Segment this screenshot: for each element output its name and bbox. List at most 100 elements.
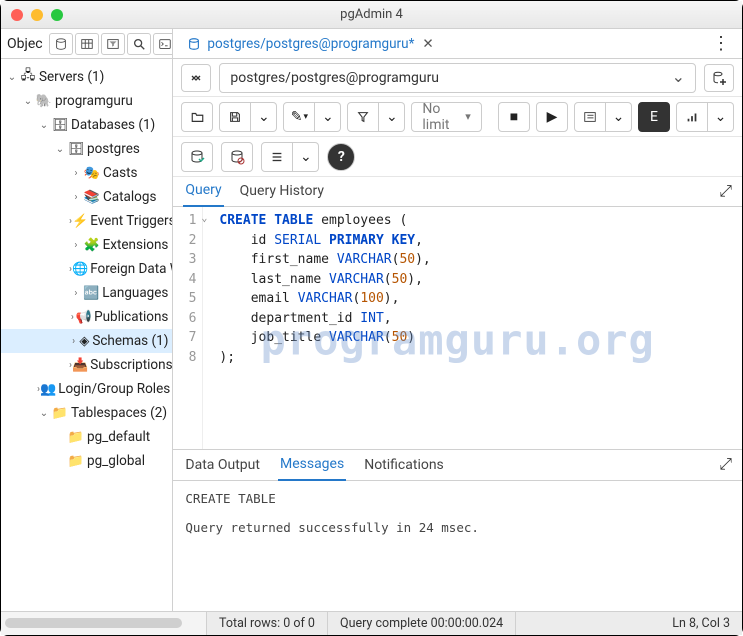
editor-tab[interactable]: postgres/postgres@programguru* ✕ [181, 32, 439, 56]
expand-toggle[interactable]: › [69, 168, 83, 179]
expand-toggle[interactable]: ⌄ [21, 96, 35, 107]
save-button[interactable] [219, 102, 251, 132]
filter-rows-icon[interactable] [101, 33, 125, 55]
tree-label: Publications [94, 309, 168, 325]
tree-label: Tablespaces (2) [71, 405, 167, 421]
tab-menu-icon[interactable]: ⋮ [708, 33, 734, 54]
macros-dropdown[interactable]: ⌄ [708, 102, 734, 132]
expand-toggle[interactable]: ⌄ [37, 120, 51, 131]
connection-select[interactable]: postgres/postgres@programguru [219, 63, 696, 93]
tree-item[interactable]: ⌄🖧Servers (1) [1, 65, 172, 89]
editor-tabbar: postgres/postgres@programguru* ✕ ⋮ [173, 29, 742, 59]
tree-item[interactable]: ›📚Catalogs [1, 185, 172, 209]
tree-label: Login/Group Roles [58, 381, 170, 397]
expand-toggle[interactable]: › [69, 336, 78, 347]
languages-icon: 🔤 [83, 286, 101, 301]
extensions-icon: 🧩 [83, 238, 101, 253]
tree-item[interactable]: ›📢Publications [1, 305, 172, 329]
explain-dropdown[interactable]: ⌄ [606, 102, 632, 132]
tree-label: Databases (1) [71, 117, 155, 133]
tab-data-output[interactable]: Data Output [183, 451, 262, 480]
window-title: pgAdmin 4 [1, 7, 742, 22]
tree-item[interactable]: ⌄🐘programguru [1, 89, 172, 113]
tree-item[interactable]: ›📥Subscriptions [1, 353, 172, 377]
tree-item[interactable]: ›🧩Extensions [1, 233, 172, 257]
expand-toggle[interactable]: › [69, 240, 83, 251]
tab-messages[interactable]: Messages [278, 450, 346, 481]
titlebar: pgAdmin 4 [1, 1, 742, 29]
tree-item[interactable]: ›👥Login/Group Roles [1, 377, 172, 401]
macro-list-dropdown[interactable]: ⌄ [293, 142, 319, 172]
tree-item[interactable]: 📁pg_default [1, 425, 172, 449]
commit-button[interactable] [181, 142, 213, 172]
tree-item[interactable]: 📁pg_global [1, 449, 172, 473]
tab-query[interactable]: Query [183, 176, 223, 207]
tree-label: Event Triggers [90, 213, 172, 229]
stop-button[interactable]: ■ [498, 102, 530, 132]
expand-toggle[interactable]: › [69, 312, 76, 323]
save-dropdown[interactable]: ⌄ [251, 102, 277, 132]
search-icon[interactable] [127, 33, 151, 55]
close-tab-icon[interactable]: ✕ [422, 36, 433, 52]
main-toolbar: ⌄ ✎▾ ⌄ ⌄ No limit▾ ■ ▶ ⌄ E ⌄ [173, 97, 742, 137]
schemas-icon: ◈ [78, 334, 90, 349]
tree-item[interactable]: ›🎭Casts [1, 161, 172, 185]
connection-row: postgres/postgres@programguru [173, 59, 742, 97]
help-button[interactable]: ? [327, 143, 355, 171]
object-tree[interactable]: ⌄🖧Servers (1)⌄🐘programguru⌄🗄Databases (1… [1, 59, 172, 611]
fold-icon[interactable]: ⌄ [201, 213, 207, 224]
macros-button[interactable] [676, 102, 708, 132]
limit-select[interactable]: No limit▾ [411, 102, 481, 132]
explain-analyze-button[interactable]: E [638, 102, 670, 132]
expand-toggle[interactable]: ⌄ [53, 144, 67, 155]
output-tabs: Data Output Messages Notifications ⤢ [173, 449, 742, 481]
expand-toggle[interactable]: › [69, 192, 83, 203]
query-tool-icon[interactable] [49, 33, 73, 55]
tree-label: Foreign Data W [90, 261, 172, 277]
expand-toggle[interactable]: › [69, 288, 83, 299]
sql-editor[interactable]: 12345678 ⌄ CREATE TABLE employees ( id S… [173, 207, 742, 449]
tree-item[interactable]: ⌄📁Tablespaces (2) [1, 401, 172, 425]
browser-toolbar: Objec [1, 29, 172, 59]
filter-dropdown[interactable]: ⌄ [379, 102, 405, 132]
query-tool-panel: postgres/postgres@programguru* ✕ ⋮ postg… [173, 29, 742, 611]
rollback-button[interactable] [221, 142, 253, 172]
output-line: CREATE TABLE [185, 491, 730, 506]
explain-button[interactable] [574, 102, 606, 132]
database-icon [187, 37, 201, 51]
expand-toggle[interactable]: ⌄ [37, 408, 51, 419]
tree-label: Casts [103, 165, 137, 181]
tablespace-icon: 📁 [67, 430, 85, 445]
connection-status-icon[interactable] [181, 64, 211, 92]
tree-item[interactable]: ›◈Schemas (1) [1, 329, 172, 353]
new-connection-icon[interactable] [704, 64, 734, 92]
tree-item[interactable]: ›🌐Foreign Data W [1, 257, 172, 281]
tree-label: pg_default [87, 429, 150, 445]
tree-item[interactable]: ⌄🗄postgres [1, 137, 172, 161]
open-file-button[interactable] [181, 102, 213, 132]
edit-dropdown[interactable]: ⌄ [315, 102, 341, 132]
macro-list-button[interactable] [261, 142, 293, 172]
tree-label: Subscriptions [90, 357, 172, 373]
horizontal-scrollbar[interactable] [1, 612, 207, 635]
edit-button[interactable]: ✎▾ [283, 102, 315, 132]
expand-toggle[interactable]: ⌄ [5, 72, 19, 83]
tree-item[interactable]: ›🔤Languages [1, 281, 172, 305]
view-data-icon[interactable] [75, 33, 99, 55]
psql-icon[interactable] [153, 33, 174, 55]
tab-query-history[interactable]: Query History [238, 177, 326, 206]
expand-editor-icon[interactable]: ⤢ [719, 181, 732, 201]
tree-label: pg_global [87, 453, 145, 469]
tab-notifications[interactable]: Notifications [362, 451, 446, 480]
execute-button[interactable]: ▶ [536, 102, 568, 132]
tree-item[interactable]: ›⚡Event Triggers [1, 209, 172, 233]
messages-output: CREATE TABLE Query returned successfully… [173, 481, 742, 611]
tree-item[interactable]: ⌄🗄Databases (1) [1, 113, 172, 137]
tree-label: Languages [102, 285, 168, 301]
filter-button[interactable] [347, 102, 379, 132]
database-icon: 🗄 [67, 142, 85, 157]
status-cursor: Ln 8, Col 3 [660, 612, 742, 635]
expand-output-icon[interactable]: ⤢ [719, 454, 732, 474]
status-rows: Total rows: 0 of 0 [207, 612, 328, 635]
sql-code[interactable]: CREATE TABLE employees ( id SERIAL PRIMA… [203, 207, 430, 449]
